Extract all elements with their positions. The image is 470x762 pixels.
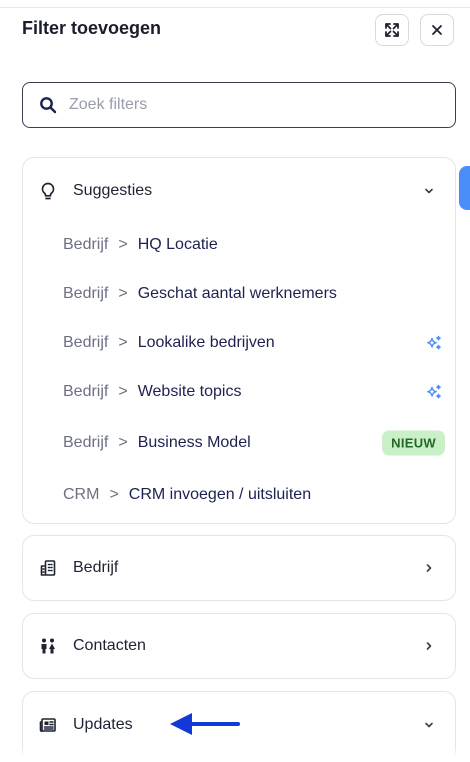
close-icon — [432, 25, 442, 35]
suggestion-item-website-topics[interactable]: Bedrijf > Website topics — [63, 379, 443, 405]
suggestions-header[interactable]: Suggesties — [23, 158, 455, 224]
chevron-down-icon[interactable] — [423, 185, 435, 197]
expand-icon — [385, 23, 399, 37]
people-icon — [41, 638, 55, 654]
suggestion-name: HQ Locatie — [137, 236, 218, 253]
section-label: Bedrijf — [73, 559, 119, 576]
section-label: Updates — [73, 716, 133, 733]
chevron-right-icon[interactable] — [423, 640, 435, 652]
chevron-right-icon[interactable] — [423, 562, 435, 574]
suggestion-separator: > — [109, 486, 119, 503]
suggestion-name: Geschat aantal werknemers — [137, 285, 337, 302]
suggestion-item-lookalike-bedrijven[interactable]: Bedrijf > Lookalike bedrijven — [63, 330, 443, 356]
section-bedrijf-header[interactable]: Bedrijf — [23, 536, 455, 600]
panel-top-edge — [0, 0, 470, 8]
suggestion-category: Bedrijf — [63, 383, 109, 400]
suggestion-category: CRM — [63, 486, 100, 503]
suggestion-item-geschat-aantal-werknemers[interactable]: Bedrijf > Geschat aantal werknemers — [63, 281, 443, 307]
suggestion-separator: > — [118, 285, 128, 302]
panel-header: Filter toevoegen — [22, 14, 456, 46]
suggestion-separator: > — [118, 434, 128, 451]
suggestion-name: Website topics — [137, 383, 242, 400]
suggestion-separator: > — [118, 236, 128, 253]
expand-button[interactable] — [375, 14, 409, 46]
sparkle-icon — [425, 335, 443, 351]
building-icon — [40, 560, 56, 576]
suggestion-separator: > — [118, 383, 128, 400]
suggestion-name: CRM invoegen / uitsluiten — [128, 486, 312, 503]
section-label: Contacten — [73, 637, 146, 654]
suggestion-name: Lookalike bedrijven — [137, 334, 275, 351]
search-box[interactable] — [22, 82, 456, 128]
suggestion-category: Bedrijf — [63, 285, 109, 302]
section-contacten[interactable]: Contacten — [22, 613, 456, 679]
close-button[interactable] — [420, 14, 454, 46]
suggestion-name: Business Model — [137, 434, 251, 451]
suggestion-item-crm-invoegen-uitsluiten[interactable]: CRM > CRM invoegen / uitsluiten — [63, 482, 443, 508]
scrollbar-handle[interactable] — [459, 166, 470, 210]
newspaper-icon — [39, 718, 56, 732]
section-bedrijf[interactable]: Bedrijf — [22, 535, 456, 601]
search-icon — [40, 97, 57, 114]
bottom-fade — [0, 748, 470, 762]
sparkle-icon — [425, 384, 443, 400]
lightbulb-icon — [41, 182, 55, 200]
chevron-down-icon[interactable] — [423, 719, 435, 731]
new-badge: NIEUW — [382, 430, 445, 456]
suggestion-item-business-model[interactable]: Bedrijf > Business Model NIEUW — [63, 430, 445, 456]
suggestion-category: Bedrijf — [63, 236, 109, 253]
arrow-left-icon — [170, 713, 240, 735]
suggestions-title: Suggesties — [73, 182, 153, 199]
suggestion-category: Bedrijf — [63, 334, 109, 351]
suggestion-item-hq-locatie[interactable]: Bedrijf > HQ Locatie — [63, 232, 443, 258]
suggestions-section: Suggesties Bedrijf > HQ Locatie Bedrijf … — [22, 157, 456, 524]
panel-title: Filter toevoegen — [22, 18, 162, 38]
suggestion-separator: > — [118, 334, 128, 351]
section-contacten-header[interactable]: Contacten — [23, 614, 455, 678]
search-input[interactable] — [69, 96, 409, 114]
suggestion-category: Bedrijf — [63, 434, 109, 451]
